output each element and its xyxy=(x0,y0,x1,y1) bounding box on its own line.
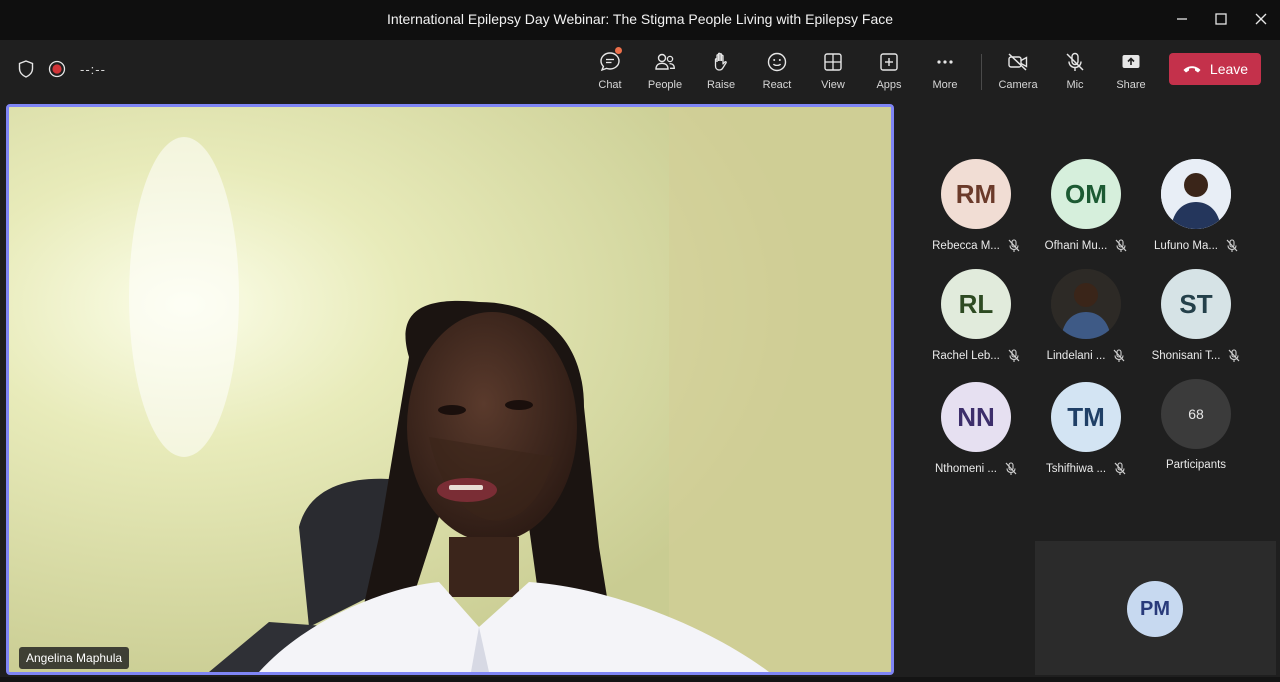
participant-avatar: OM xyxy=(1051,159,1121,229)
participant-name-row: Rebecca M... xyxy=(921,239,1031,253)
smile-icon xyxy=(767,52,787,72)
muted-mic-icon xyxy=(1226,239,1238,252)
participant-name: Ofhani Mu... xyxy=(1044,240,1108,252)
participant-avatar: TM xyxy=(1051,382,1121,452)
mic-button[interactable]: Mic xyxy=(1050,50,1100,94)
raise-label: Raise xyxy=(706,79,736,91)
leave-label: Leave xyxy=(1209,61,1249,77)
participant-photo xyxy=(1051,269,1121,339)
participant-name-row: Nthomeni ... xyxy=(921,462,1031,476)
self-video-tile[interactable]: PM xyxy=(1035,541,1276,675)
person-photo-icon xyxy=(1051,269,1121,339)
participant-name: Lufuno Ma... xyxy=(1154,240,1218,252)
more-label: More xyxy=(932,79,958,91)
participant-name: Shonisani T... xyxy=(1151,350,1221,362)
speaker-video-frame xyxy=(9,107,891,672)
participant-tile[interactable]: RM Rebecca M... xyxy=(921,159,1031,252)
participant-avatar: RM xyxy=(941,159,1011,229)
main-video-stage[interactable]: Angelina Maphula xyxy=(6,104,894,675)
close-button[interactable] xyxy=(1248,8,1274,30)
mic-label: Mic xyxy=(1066,79,1084,91)
more-icon xyxy=(937,60,953,64)
share-icon xyxy=(1122,55,1140,68)
share-label: Share xyxy=(1116,79,1146,91)
self-avatar: PM xyxy=(1127,581,1183,637)
participant-tile[interactable]: OM Ofhani Mu... xyxy=(1031,159,1141,252)
maximize-button[interactable] xyxy=(1208,8,1234,30)
people-icon xyxy=(655,53,675,70)
meeting-status: --:-- xyxy=(18,60,106,78)
participant-name-row: Lufuno Ma... xyxy=(1141,239,1251,253)
view-button[interactable]: View xyxy=(808,50,858,94)
view-label: View xyxy=(821,79,845,91)
grid-icon xyxy=(824,53,842,71)
participant-name: Lindelani ... xyxy=(1046,350,1106,362)
participant-name: Rebecca M... xyxy=(932,240,1000,252)
participant-tile[interactable]: RL Rachel Leb... xyxy=(921,269,1031,362)
participant-photo xyxy=(1161,159,1231,229)
camera-label: Camera xyxy=(998,79,1038,91)
people-button[interactable]: People xyxy=(640,50,690,94)
bottom-strip xyxy=(0,677,1280,682)
minimize-button[interactable] xyxy=(1169,8,1195,30)
share-button[interactable]: Share xyxy=(1106,50,1156,94)
participant-avatar: ST xyxy=(1161,269,1231,339)
minimize-icon xyxy=(1177,18,1187,20)
participant-tile[interactable]: NN Nthomeni ... xyxy=(921,382,1031,475)
toolbar-divider xyxy=(981,54,982,90)
participants-overflow-tile[interactable]: 68 Participants xyxy=(1141,379,1251,471)
muted-mic-icon xyxy=(1114,462,1126,475)
chat-button[interactable]: Chat xyxy=(585,50,635,94)
participant-tile[interactable]: Lufuno Ma... xyxy=(1141,159,1251,252)
phone-hangup-icon xyxy=(1183,66,1201,73)
close-icon xyxy=(1255,13,1267,25)
window-title: International Epilepsy Day Webinar: The … xyxy=(386,11,894,27)
muted-mic-icon xyxy=(1005,462,1017,475)
chat-icon xyxy=(600,52,620,72)
participant-tile[interactable]: TM Tshifhiwa ... xyxy=(1031,382,1141,475)
participant-name-row: Ofhani Mu... xyxy=(1031,239,1141,253)
recording-icon xyxy=(48,60,66,78)
raise-hand-button[interactable]: Raise xyxy=(696,50,746,94)
participants-count: 68 xyxy=(1161,379,1231,449)
muted-mic-icon xyxy=(1008,239,1020,252)
muted-mic-icon xyxy=(1228,349,1240,362)
speaker-name-tag: Angelina Maphula xyxy=(19,647,130,669)
people-label: People xyxy=(647,79,683,91)
muted-mic-icon xyxy=(1008,349,1020,362)
meeting-timer: --:-- xyxy=(80,61,106,77)
participant-tile[interactable]: ST Shonisani T... xyxy=(1141,269,1251,362)
camera-button[interactable]: Camera xyxy=(993,50,1043,94)
chat-label: Chat xyxy=(598,79,622,91)
react-button[interactable]: React xyxy=(752,50,802,94)
muted-mic-icon xyxy=(1113,349,1125,362)
participants-label: Participants xyxy=(1165,459,1227,471)
participant-name-row: Lindelani ... xyxy=(1031,349,1141,363)
participant-name: Rachel Leb... xyxy=(932,350,1000,362)
muted-mic-icon xyxy=(1115,239,1127,252)
react-label: React xyxy=(762,79,792,91)
participant-avatar: NN xyxy=(941,382,1011,452)
more-button[interactable]: More xyxy=(920,50,970,94)
apps-button[interactable]: Apps xyxy=(864,50,914,94)
person-photo-icon xyxy=(1161,159,1231,229)
participant-name-row: Tshifhiwa ... xyxy=(1031,462,1141,476)
maximize-icon xyxy=(1215,13,1227,25)
participant-tile[interactable]: Lindelani ... xyxy=(1031,269,1141,362)
participant-name: Tshifhiwa ... xyxy=(1045,463,1107,475)
mic-off-icon xyxy=(1066,52,1084,71)
title-bar: International Epilepsy Day Webinar: The … xyxy=(0,0,1280,40)
participant-name: Nthomeni ... xyxy=(935,463,997,475)
shield-icon[interactable] xyxy=(18,60,34,78)
plus-square-icon xyxy=(880,53,898,71)
participant-avatar: RL xyxy=(941,269,1011,339)
participant-name-row: Shonisani T... xyxy=(1141,349,1251,363)
leave-button[interactable]: Leave xyxy=(1169,53,1261,85)
participant-name-row: Rachel Leb... xyxy=(921,349,1031,363)
apps-label: Apps xyxy=(876,79,902,91)
hand-icon xyxy=(714,52,727,71)
camera-off-icon xyxy=(1008,53,1028,71)
